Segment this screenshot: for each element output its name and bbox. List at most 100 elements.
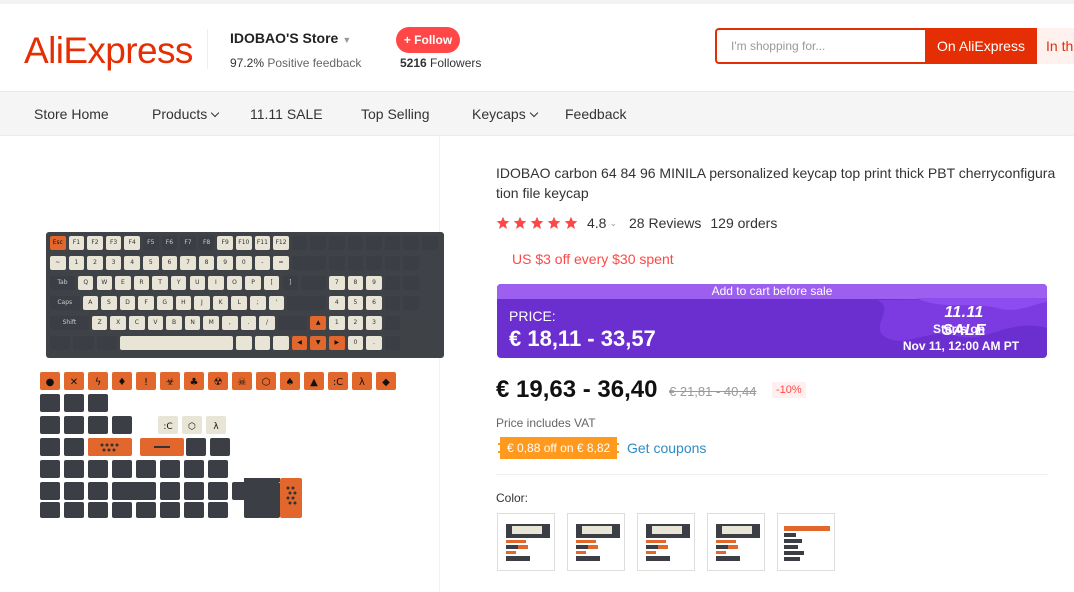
keycap	[384, 336, 401, 350]
keycap: '	[268, 296, 285, 310]
nav-keycaps[interactable]: Keycaps	[472, 92, 538, 136]
color-swatch-1[interactable]	[497, 513, 555, 571]
keycap	[287, 296, 326, 310]
keycap: 6	[366, 296, 382, 310]
keycap: 4	[329, 296, 345, 310]
keycap: .	[240, 316, 257, 330]
store-feedback: 97.2% Positive feedback	[230, 56, 361, 70]
svg-text:◆: ◆	[382, 377, 390, 388]
keycap	[310, 236, 326, 250]
keycap: D	[119, 296, 136, 310]
keycap: 5	[143, 256, 159, 270]
keycap: [	[263, 276, 280, 290]
keycap	[50, 336, 71, 350]
keycap: F6	[161, 236, 178, 250]
keycap: /	[259, 316, 275, 330]
keycap	[384, 316, 401, 330]
keycap: 7	[180, 256, 196, 270]
search-on-aliexpress-button[interactable]: On AliExpress	[925, 28, 1037, 64]
store-promotion[interactable]: US $3 off every $30 spent	[512, 251, 674, 267]
discount-badge: -10%	[772, 382, 806, 398]
coupon-badge[interactable]: € 0,88 off on € 8,82	[498, 437, 620, 459]
nav-products[interactable]: Products	[152, 92, 220, 136]
star-icon	[496, 216, 510, 229]
svg-text:ϟ: ϟ	[95, 377, 102, 388]
header-divider	[207, 29, 208, 69]
keycap: 7	[329, 276, 345, 290]
nav-top-selling[interactable]: Top Selling	[361, 92, 430, 136]
chevron-down-icon[interactable]	[529, 108, 538, 118]
keycap: V	[147, 316, 164, 330]
search-input[interactable]	[717, 30, 925, 62]
keycap	[277, 316, 308, 330]
nav-label[interactable]: Store Home	[34, 106, 109, 122]
nav-label[interactable]: Feedback	[565, 106, 626, 122]
keyboard-product-image[interactable]: Esc F1 F2 F3 F4 F5 F6 F7 F8 F9 F10 F11 F12 ~1 2 3 4 5 6 7 8 9…	[46, 232, 444, 358]
nav-feedback[interactable]: Feedback	[565, 92, 626, 136]
sale-start-date: Nov 11, 12:00 AM PT	[902, 339, 1020, 353]
keycap: F11	[254, 236, 271, 250]
keycap: F4	[124, 236, 140, 250]
star-icon	[547, 216, 561, 229]
keycap	[403, 256, 419, 270]
nav-store-home[interactable]: Store Home	[34, 92, 109, 136]
keycap: F12	[273, 236, 289, 250]
keycap	[301, 276, 326, 290]
sale-price-banner: Add to cart before sale PRICE: € 18,11 -…	[497, 284, 1047, 358]
aliexpress-logo[interactable]: AliExpress	[24, 30, 193, 72]
svg-text:λ: λ	[359, 377, 365, 388]
nav-label[interactable]: Keycaps	[472, 106, 526, 122]
nav-label[interactable]: 11.11 SALE	[250, 106, 323, 122]
keycap: K	[212, 296, 229, 310]
keycap: Y	[170, 276, 187, 290]
keycap: F1	[68, 236, 85, 250]
get-coupons-link[interactable]: Get coupons	[627, 440, 706, 456]
follow-button[interactable]: + Follow	[396, 27, 460, 53]
keycap: Shift	[50, 316, 89, 330]
color-swatch-4[interactable]	[707, 513, 765, 571]
keycap: O	[226, 276, 243, 290]
keycap: Z	[91, 316, 108, 330]
keycap	[384, 256, 401, 270]
keycap: 0	[236, 256, 252, 270]
store-name-text[interactable]: IDOBAO'S Store	[230, 30, 338, 46]
caret-down-icon[interactable]: ▼	[342, 35, 351, 45]
keycap	[291, 236, 308, 250]
svg-text:⬡: ⬡	[262, 377, 271, 388]
nav-label[interactable]: Top Selling	[361, 106, 430, 122]
orders-count: 129 orders	[710, 215, 778, 231]
reviews-link[interactable]: 28 Reviews	[629, 215, 701, 231]
keycap: F2	[87, 236, 103, 250]
followers-count: 5216 Followers	[400, 56, 481, 70]
sale-price-label: PRICE:	[509, 308, 556, 324]
svg-text:▲: ▲	[310, 377, 318, 388]
nav-label[interactable]: Products	[152, 106, 207, 122]
keycap: W	[96, 276, 113, 290]
keycap: 1	[329, 316, 345, 330]
keycap: 4	[124, 256, 140, 270]
sale-price-range: € 18,11 - 33,57	[509, 326, 656, 351]
swatch-thumbnail-icon	[784, 526, 830, 561]
color-swatch-5[interactable]	[777, 513, 835, 571]
color-swatch-3[interactable]	[637, 513, 695, 571]
keycap	[384, 296, 401, 310]
chevron-down-icon[interactable]: ⌄	[609, 218, 617, 229]
keycap: ▶	[329, 336, 345, 350]
store-name[interactable]: IDOBAO'S Store ▼	[230, 30, 351, 46]
search-in-store-button[interactable]: In th	[1037, 28, 1074, 64]
product-title: IDOBAO carbon 64 84 96 MINILA personaliz…	[496, 165, 1056, 201]
keycap	[403, 296, 419, 310]
keycap: 6	[161, 256, 178, 270]
keycap	[236, 336, 252, 350]
extra-keycaps-image[interactable]: ● ✕ ϟ ♦! ☣ ♣ ☢ ☠ ⬡ ♠ ▲:C λ ◆ :C ⬡ λ	[40, 372, 410, 522]
rating-value[interactable]: 4.8	[587, 215, 606, 231]
keycap: .	[366, 336, 382, 350]
chevron-down-icon[interactable]	[211, 108, 220, 118]
product-image-area[interactable]	[0, 136, 440, 592]
store-header: AliExpress IDOBAO'S Store ▼ 97.2% Positiv…	[0, 4, 1074, 92]
keycap: E	[115, 276, 131, 290]
store-nav: Store Home Products 11.11 SALE Top Selli…	[0, 92, 1074, 136]
keycap	[254, 336, 271, 350]
nav-11-11-sale[interactable]: 11.11 SALE	[250, 92, 323, 136]
color-swatch-2[interactable]	[567, 513, 625, 571]
